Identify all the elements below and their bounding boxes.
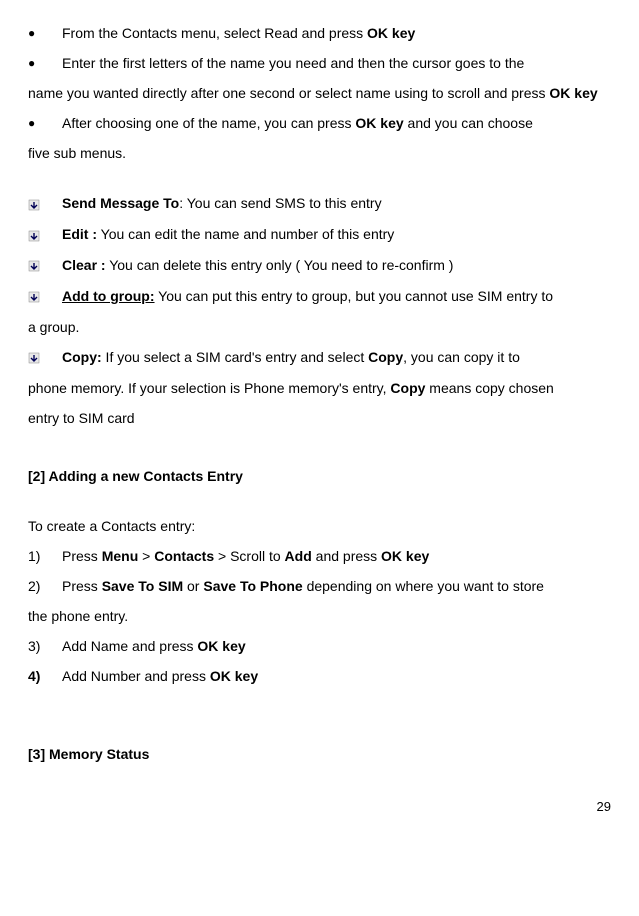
step-item: 1) Press Menu > Contacts > Scroll to Add… — [28, 541, 611, 571]
text: Press — [62, 578, 102, 594]
section-heading: [3] Memory Status — [28, 739, 611, 769]
text: If you select a SIM card's entry and sel… — [102, 349, 368, 365]
bold-text: Save To Phone — [203, 578, 302, 594]
submenu-desc: You can edit the name and number of this… — [97, 226, 394, 242]
arrow-icon — [28, 188, 62, 219]
continuation-text: a group. — [28, 312, 611, 342]
bullet-icon: ● — [28, 48, 62, 78]
bullet-item: ● From the Contacts menu, select Read an… — [28, 18, 611, 48]
step-item: 3) Add Name and press OK key — [28, 631, 611, 661]
continuation-text: the phone entry. — [28, 601, 611, 631]
bold-text: OK key — [367, 25, 415, 41]
step-item: 2) Press Save To SIM or Save To Phone de… — [28, 571, 611, 601]
step-text: Add Name and press OK key — [62, 631, 611, 661]
submenu-label: Add to group: — [62, 288, 155, 304]
text: After choosing one of the name, you can … — [62, 115, 355, 131]
text: means copy chosen — [425, 380, 553, 396]
submenu-item: Copy: If you select a SIM card's entry a… — [28, 342, 611, 373]
bold-text: Add — [285, 548, 312, 564]
bold-text: OK key — [549, 85, 597, 101]
arrow-icon — [28, 250, 62, 281]
submenu-label: Clear : — [62, 257, 106, 273]
text: Press — [62, 548, 102, 564]
bullet-text: After choosing one of the name, you can … — [62, 108, 611, 138]
step-text: Press Menu > Contacts > Scroll to Add an… — [62, 541, 611, 571]
submenu-item: Edit : You can edit the name and number … — [28, 219, 611, 250]
bold-text: Save To SIM — [102, 578, 183, 594]
submenu-text: Send Message To: You can send SMS to thi… — [62, 188, 611, 218]
bold-text: Copy — [390, 380, 425, 396]
submenu-item: Add to group: You can put this entry to … — [28, 281, 611, 312]
submenu-text: Copy: If you select a SIM card's entry a… — [62, 342, 611, 372]
submenu-label: Copy: — [62, 349, 102, 365]
bullet-icon: ● — [28, 18, 62, 48]
text: Add Number and press — [62, 668, 210, 684]
text: depending on where you want to store — [303, 578, 544, 594]
text: Add Name and press — [62, 638, 197, 654]
submenu-text: Edit : You can edit the name and number … — [62, 219, 611, 249]
text: > — [138, 548, 154, 564]
step-text: Add Number and press OK key — [62, 661, 611, 691]
section-heading: [2] Adding a new Contacts Entry — [28, 461, 611, 491]
submenu-desc: You can delete this entry only ( You nee… — [106, 257, 454, 273]
submenu-text: Add to group: You can put this entry to … — [62, 281, 611, 311]
step-number: 3) — [28, 631, 62, 661]
bold-text: OK key — [197, 638, 245, 654]
text: From the Contacts menu, select Read and … — [62, 25, 367, 41]
continuation-text: name you wanted directly after one secon… — [28, 78, 611, 108]
arrow-icon — [28, 281, 62, 312]
submenu-desc: You can put this entry to group, but you… — [155, 288, 553, 304]
text: and you can choose — [404, 115, 533, 131]
continuation-text: entry to SIM card — [28, 403, 611, 433]
submenu-desc: : You can send SMS to this entry — [179, 195, 381, 211]
submenu-text: Clear : You can delete this entry only (… — [62, 250, 611, 280]
bold-text: OK key — [381, 548, 429, 564]
bullet-item: ● Enter the first letters of the name yo… — [28, 48, 611, 78]
bullet-item: ● After choosing one of the name, you ca… — [28, 108, 611, 138]
text: or — [183, 578, 203, 594]
submenu-item: Clear : You can delete this entry only (… — [28, 250, 611, 281]
text: name you wanted directly after one secon… — [28, 85, 549, 101]
submenu-item: Send Message To: You can send SMS to thi… — [28, 188, 611, 219]
text: and press — [312, 548, 381, 564]
arrow-icon — [28, 219, 62, 250]
text: phone memory. If your selection is Phone… — [28, 380, 390, 396]
submenu-label: Send Message To — [62, 195, 179, 211]
submenu-label: Edit : — [62, 226, 97, 242]
step-item: 4) Add Number and press OK key — [28, 661, 611, 691]
arrow-icon — [28, 342, 62, 373]
step-number: 2) — [28, 571, 62, 601]
text: > Scroll to — [214, 548, 284, 564]
bullet-text: From the Contacts menu, select Read and … — [62, 18, 611, 48]
bold-text: Copy — [368, 349, 403, 365]
step-number: 4) — [28, 661, 62, 691]
bullet-icon: ● — [28, 108, 62, 138]
continuation-text: phone memory. If your selection is Phone… — [28, 373, 611, 403]
continuation-text: five sub menus. — [28, 138, 611, 168]
bold-text: OK key — [355, 115, 403, 131]
bold-text: Menu — [102, 548, 139, 564]
bold-text: OK key — [210, 668, 258, 684]
text: , you can copy it to — [403, 349, 520, 365]
page-number: 29 — [28, 793, 611, 821]
bullet-text: Enter the first letters of the name you … — [62, 48, 611, 78]
step-number: 1) — [28, 541, 62, 571]
bold-text: Contacts — [154, 548, 214, 564]
intro-text: To create a Contacts entry: — [28, 511, 611, 541]
step-text: Press Save To SIM or Save To Phone depen… — [62, 571, 611, 601]
